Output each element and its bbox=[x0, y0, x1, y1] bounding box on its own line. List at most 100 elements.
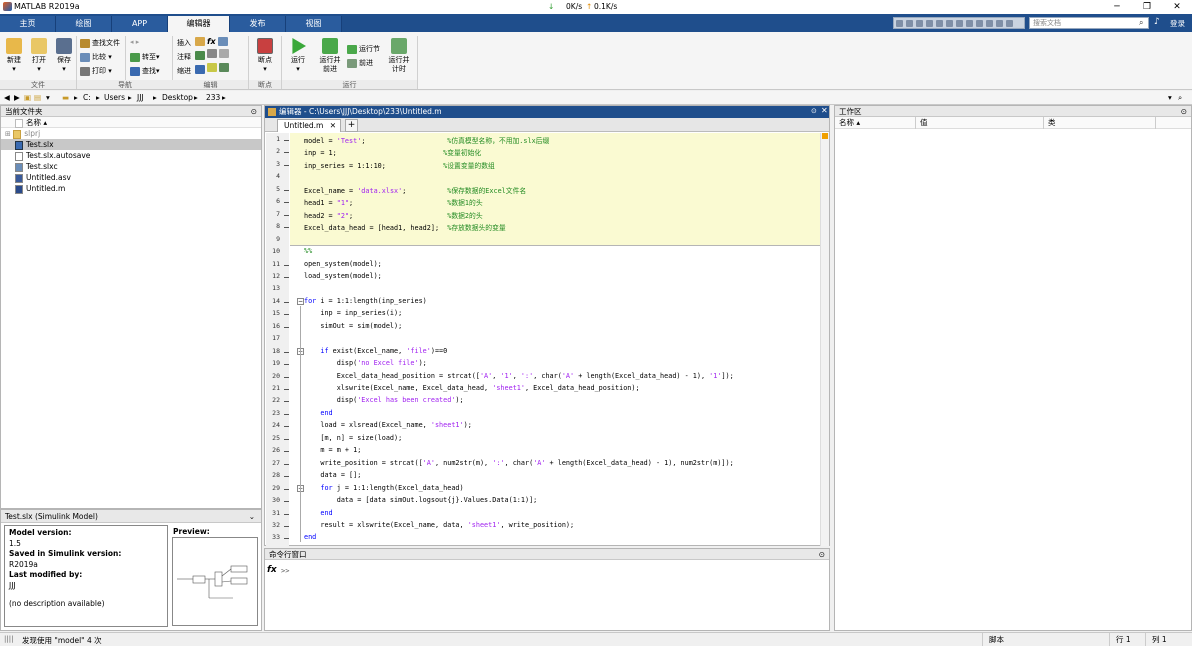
list-item[interactable]: Test.slxc bbox=[1, 161, 261, 172]
breakpoint-marker[interactable] bbox=[284, 426, 289, 428]
find-button[interactable]: 查找▾ bbox=[130, 66, 160, 76]
column-header-name[interactable]: 名称 ▴ bbox=[839, 117, 860, 129]
code-line[interactable]: disp('no Excel file'); bbox=[304, 359, 427, 367]
breakpoint-marker[interactable] bbox=[284, 164, 289, 166]
code-line[interactable]: model = 'Test'; %仿真模型名称，不用加.slx后缀 bbox=[304, 135, 549, 145]
bell-icon[interactable]: ♪ bbox=[1154, 17, 1160, 27]
breakpoint-marker[interactable] bbox=[284, 189, 289, 191]
column-header-name[interactable]: 名称 ▴ bbox=[1, 117, 261, 128]
code-line[interactable]: load_system(model); bbox=[304, 272, 382, 280]
column-header-value[interactable]: 值 bbox=[915, 117, 928, 129]
run-section-button[interactable]: 运行节 bbox=[347, 44, 380, 54]
close-icon[interactable]: ✕ bbox=[821, 106, 828, 115]
breakpoint-marker[interactable] bbox=[284, 314, 289, 316]
edit-tools[interactable]: fx bbox=[195, 37, 245, 79]
panel-menu-icon[interactable]: ⊙ bbox=[251, 106, 257, 117]
breakpoint-marker[interactable] bbox=[284, 538, 289, 540]
quick-access-toolbar[interactable] bbox=[893, 17, 1025, 29]
tab-editor[interactable]: 编辑器 bbox=[168, 16, 230, 32]
code-line[interactable]: open_system(model); bbox=[304, 260, 382, 268]
code-line[interactable]: for j = 1:1:length(Excel_data_head) bbox=[304, 484, 463, 492]
breakpoint-marker[interactable] bbox=[284, 513, 289, 515]
breakpoint-marker[interactable] bbox=[284, 227, 289, 229]
tab-apps[interactable]: APP bbox=[112, 16, 168, 32]
run-button[interactable]: 运行 ▾ bbox=[286, 38, 310, 74]
list-item[interactable]: Untitled.m bbox=[1, 183, 261, 194]
code-line[interactable]: for i = 1:1:length(inp_series) bbox=[304, 297, 427, 305]
breakpoints-button[interactable]: 断点 ▾ bbox=[253, 38, 277, 74]
open-button[interactable]: 打开 ▾ bbox=[28, 38, 50, 74]
tab-publish[interactable]: 发布 bbox=[230, 16, 286, 32]
search-icon[interactable]: ⌕ bbox=[1178, 93, 1182, 103]
nav-back-button[interactable]: ◂ ▸ bbox=[130, 38, 139, 46]
path-users[interactable]: Users bbox=[104, 93, 125, 102]
new-button[interactable]: 新建 ▾ bbox=[3, 38, 25, 74]
code-line[interactable]: if exist(Excel_name, 'file')==0 bbox=[304, 347, 447, 355]
code-line[interactable]: load = xlsread(Excel_name, 'sheet1'); bbox=[304, 421, 471, 429]
browse-icon[interactable]: ▤ bbox=[34, 93, 41, 102]
code-line[interactable]: simOut = sim(model); bbox=[304, 322, 402, 330]
code-analyzer-bar[interactable] bbox=[820, 133, 829, 546]
login-link[interactable]: 登录 bbox=[1170, 18, 1185, 29]
code-line[interactable]: inp = 1; %变量初始化 bbox=[304, 147, 481, 157]
tab-untitled-m[interactable]: Untitled.m ✕ bbox=[277, 119, 341, 132]
breakpoint-marker[interactable] bbox=[284, 525, 289, 527]
code-line[interactable]: end bbox=[304, 509, 332, 517]
breakpoint-marker[interactable] bbox=[284, 501, 289, 503]
search-icon[interactable]: ⌕ bbox=[1139, 18, 1143, 28]
find-files-button[interactable]: 查找文件 bbox=[80, 38, 120, 48]
path-drive[interactable]: C: bbox=[83, 93, 91, 102]
breakpoint-marker[interactable] bbox=[284, 214, 289, 216]
expand-icon[interactable]: ⊞ bbox=[5, 130, 11, 138]
up-folder-icon[interactable]: ▣ bbox=[24, 93, 31, 102]
advance-button[interactable]: 前进 bbox=[347, 58, 373, 68]
breakpoint-marker[interactable] bbox=[284, 152, 289, 154]
code-line[interactable]: end bbox=[304, 409, 332, 417]
tab-plots[interactable]: 绘图 bbox=[56, 16, 112, 32]
code-line[interactable]: data = []; bbox=[304, 471, 361, 479]
column-header-class[interactable]: 类 bbox=[1043, 117, 1056, 129]
forward-icon[interactable]: ▶ bbox=[14, 93, 20, 102]
breakpoint-marker[interactable] bbox=[284, 401, 289, 403]
fx-icon[interactable]: fx bbox=[267, 565, 277, 575]
chevron-down-icon[interactable]: ⌄ bbox=[249, 510, 255, 523]
run-advance-button[interactable]: 运行并 前进 bbox=[316, 38, 344, 74]
code-line[interactable]: Excel_data_head = [head1, head2]; %存放数据头… bbox=[304, 222, 506, 232]
code-line[interactable]: write_position = strcat(['A', num2str(m)… bbox=[304, 459, 733, 467]
tab-home[interactable]: 主页 bbox=[0, 16, 56, 32]
breakpoint-marker[interactable] bbox=[284, 364, 289, 366]
search-input[interactable]: 搜索文档 bbox=[1029, 17, 1149, 29]
breakpoint-marker[interactable] bbox=[284, 376, 289, 378]
path-desktop[interactable]: Desktop bbox=[162, 93, 193, 102]
fold-toggle-icon[interactable]: − bbox=[297, 297, 304, 305]
code-line[interactable]: %% bbox=[304, 247, 312, 255]
code-line[interactable]: [m, n] = size(load); bbox=[304, 434, 402, 442]
path-user[interactable]: JJJ bbox=[137, 93, 144, 102]
chevron-down-icon[interactable]: ▾ bbox=[46, 93, 50, 102]
breakpoint-marker[interactable] bbox=[284, 476, 289, 478]
code-line[interactable]: disp('Excel has been created'); bbox=[304, 396, 464, 404]
compare-button[interactable]: 比较 ▾ bbox=[80, 52, 112, 62]
code-line[interactable]: Excel_data_head_position = strcat(['A', … bbox=[304, 372, 734, 380]
panel-menu-icon[interactable]: ⊙ bbox=[819, 549, 825, 560]
breakpoint-marker[interactable] bbox=[284, 351, 289, 353]
breakpoint-marker[interactable] bbox=[284, 488, 289, 490]
code-line[interactable]: inp_series = 1:1:10; %设置变量的数组 bbox=[304, 160, 495, 170]
save-button[interactable]: 保存 ▾ bbox=[53, 38, 75, 74]
details-header[interactable]: Test.slx (Simulink Model) ⌄ bbox=[1, 510, 261, 523]
code-line[interactable]: xlswrite(Excel_name, Excel_data_head, 's… bbox=[304, 384, 640, 392]
code-line[interactable]: data = [data simOut.logsout{j}.Values.Da… bbox=[304, 496, 538, 504]
close-button[interactable]: ✕ bbox=[1162, 0, 1192, 14]
new-tab-button[interactable]: + bbox=[345, 119, 358, 132]
code-line[interactable]: end bbox=[304, 533, 316, 541]
print-button[interactable]: 打印 ▾ bbox=[80, 66, 112, 76]
goto-button[interactable]: 转至▾ bbox=[130, 52, 160, 62]
breakpoint-marker[interactable] bbox=[284, 140, 289, 141]
close-icon[interactable]: ✕ bbox=[330, 120, 336, 132]
run-time-button[interactable]: 运行并 计时 bbox=[385, 38, 413, 74]
breakpoint-marker[interactable] bbox=[284, 202, 289, 204]
code-line[interactable]: head2 = "2"; %数据2的头 bbox=[304, 210, 483, 220]
breakpoint-marker[interactable] bbox=[284, 276, 289, 278]
breakpoint-marker[interactable] bbox=[284, 389, 289, 390]
address-bar[interactable]: ◀ ▶ ▣ ▤ ▾ ▬ ▸ C: ▸ Users ▸ JJJ ▸ Desktop… bbox=[0, 91, 1192, 105]
